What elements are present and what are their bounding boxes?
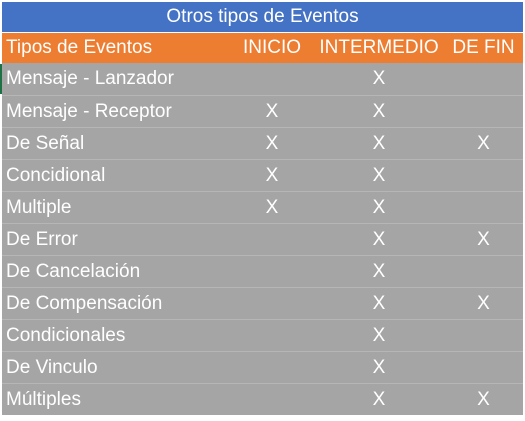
event-type-cell[interactable]: Condicionales [2, 320, 230, 351]
event-type-cell[interactable]: Concidional [2, 160, 230, 191]
event-type-cell[interactable]: Múltiples [2, 384, 230, 415]
intermedio-cell[interactable]: X [314, 384, 444, 415]
events-table: Otros tipos de Eventos Tipos de Eventos … [0, 2, 523, 415]
fin-cell[interactable] [444, 96, 523, 127]
fin-cell[interactable] [444, 256, 523, 287]
fin-cell[interactable]: X [444, 384, 523, 415]
table-row: Condicionales X [2, 319, 523, 351]
intermedio-cell[interactable]: X [314, 128, 444, 159]
table-row: De Error X X [2, 223, 523, 255]
event-type-cell[interactable]: Multiple [2, 192, 230, 223]
table-row: De Vinculo X [2, 351, 523, 383]
table-row: Mensaje - Receptor X X [2, 95, 523, 127]
intermedio-cell[interactable]: X [314, 63, 444, 95]
event-type-cell[interactable]: De Señal [2, 128, 230, 159]
fin-cell[interactable] [444, 192, 523, 223]
intermedio-cell[interactable]: X [314, 96, 444, 127]
event-type-cell[interactable]: Mensaje - Lanzador [2, 63, 230, 95]
inicio-cell[interactable] [230, 320, 314, 351]
inicio-cell[interactable] [230, 384, 314, 415]
header-inicio[interactable]: INICIO [230, 33, 314, 63]
header-de-fin[interactable]: DE FIN [444, 33, 523, 63]
table-row: De Cancelación X [2, 255, 523, 287]
fin-cell[interactable] [444, 63, 523, 95]
inicio-cell[interactable]: X [230, 96, 314, 127]
inicio-cell[interactable] [230, 256, 314, 287]
inicio-cell[interactable] [230, 352, 314, 383]
header-intermedio[interactable]: INTERMEDIO [314, 33, 444, 63]
intermedio-cell[interactable]: X [314, 352, 444, 383]
table-body: Mensaje - Lanzador X Mensaje - Receptor … [2, 63, 523, 415]
event-type-cell[interactable]: Mensaje - Receptor [2, 96, 230, 127]
fin-cell[interactable]: X [444, 288, 523, 319]
table-row: De Señal X X X [2, 127, 523, 159]
inicio-cell[interactable] [230, 224, 314, 255]
intermedio-cell[interactable]: X [314, 224, 444, 255]
fin-cell[interactable] [444, 352, 523, 383]
table-row: De Compensación X X [2, 287, 523, 319]
selected-cell-edge [0, 64, 2, 94]
intermedio-cell[interactable]: X [314, 288, 444, 319]
event-type-cell[interactable]: De Vinculo [2, 352, 230, 383]
table-row: Múltiples X X [2, 383, 523, 415]
event-type-cell[interactable]: De Cancelación [2, 256, 230, 287]
fin-cell[interactable] [444, 320, 523, 351]
intermedio-cell[interactable]: X [314, 256, 444, 287]
inicio-cell[interactable] [230, 63, 314, 95]
table-title[interactable]: Otros tipos de Eventos [2, 2, 523, 33]
intermedio-cell[interactable]: X [314, 320, 444, 351]
inicio-cell[interactable] [230, 288, 314, 319]
table-row: Mensaje - Lanzador X [2, 63, 523, 95]
inicio-cell[interactable]: X [230, 128, 314, 159]
fin-cell[interactable]: X [444, 128, 523, 159]
event-type-cell[interactable]: De Compensación [2, 288, 230, 319]
header-row: Tipos de Eventos INICIO INTERMEDIO DE FI… [2, 33, 523, 63]
inicio-cell[interactable]: X [230, 192, 314, 223]
fin-cell[interactable] [444, 160, 523, 191]
fin-cell[interactable]: X [444, 224, 523, 255]
intermedio-cell[interactable]: X [314, 160, 444, 191]
table-row: Multiple X X [2, 191, 523, 223]
header-tipos-de-eventos[interactable]: Tipos de Eventos [2, 33, 230, 63]
intermedio-cell[interactable]: X [314, 192, 444, 223]
inicio-cell[interactable]: X [230, 160, 314, 191]
event-type-cell[interactable]: De Error [2, 224, 230, 255]
table-row: Concidional X X [2, 159, 523, 191]
